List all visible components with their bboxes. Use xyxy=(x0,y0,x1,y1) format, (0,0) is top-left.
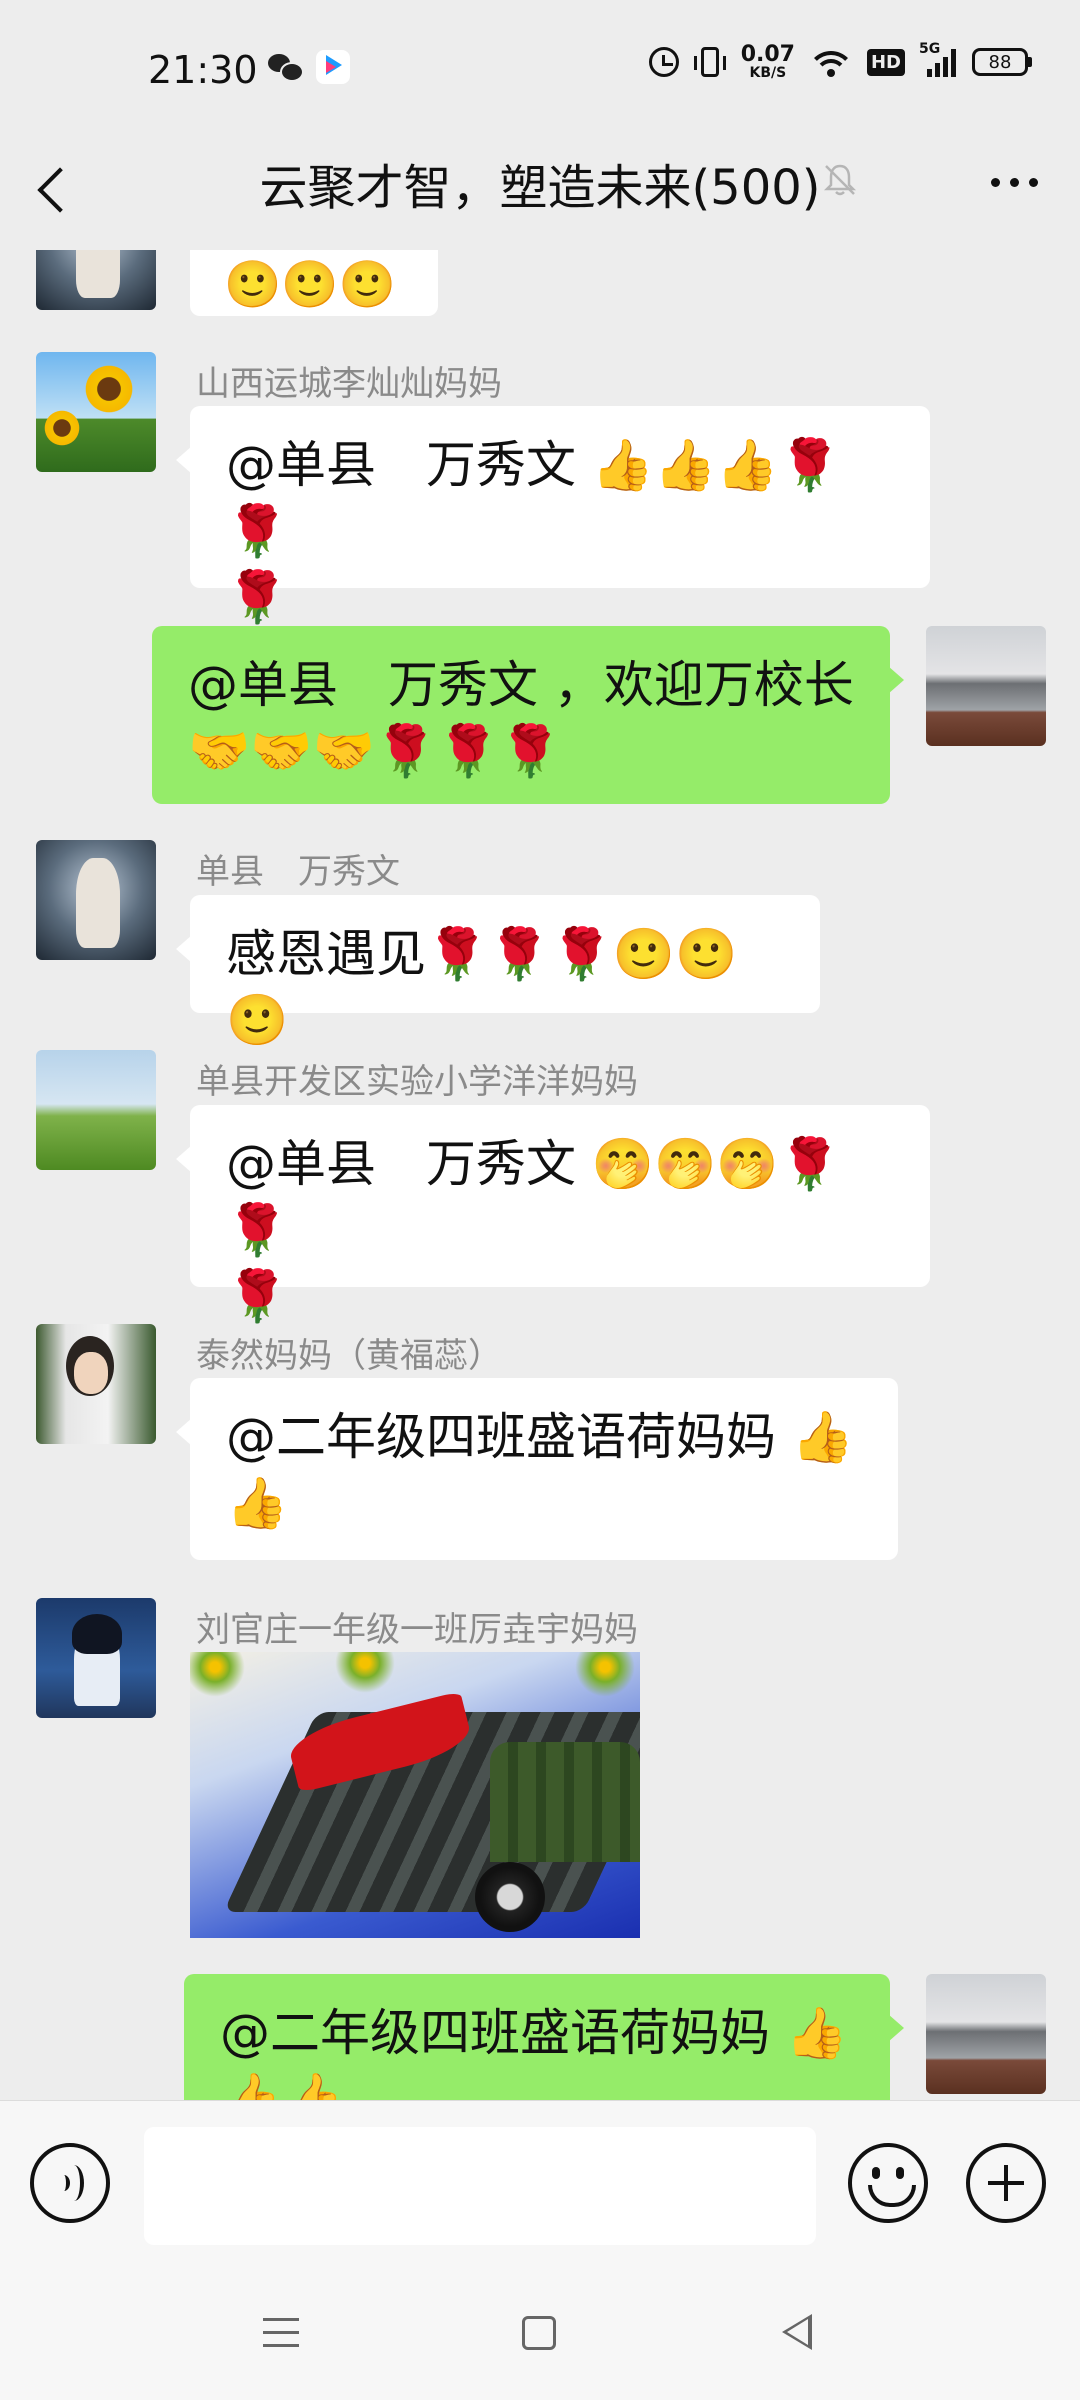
more-icon[interactable] xyxy=(991,178,1038,187)
message-text: @二年级四班盛语荷妈妈 👍 xyxy=(226,1408,855,1466)
avatar[interactable] xyxy=(36,352,156,472)
voice-icon[interactable] xyxy=(30,2143,110,2223)
message-bubble[interactable]: @单县 万秀文 👍👍👍🌹🌹 🌹 xyxy=(176,406,930,626)
sender-name: 泰然妈妈（黄福蕊） xyxy=(196,1336,502,1376)
message-text: 🙂🙂🙂 xyxy=(224,257,396,311)
input-bar xyxy=(0,2100,1080,2271)
menu-icon[interactable] xyxy=(263,2318,299,2348)
chat-title: 云聚才智，塑造未来(500) xyxy=(0,148,1080,218)
message-bubble[interactable]: 🙂🙂🙂 xyxy=(190,250,438,316)
avatar[interactable] xyxy=(926,1974,1046,2094)
battery-icon: 88 xyxy=(972,48,1032,76)
avatar[interactable] xyxy=(36,840,156,960)
network-speed-value: 0.07 xyxy=(740,42,795,67)
message-text: @单县 万秀文 🤭🤭🤭🌹🌹 xyxy=(226,1135,841,1259)
wechat-icon xyxy=(268,52,304,82)
avatar[interactable] xyxy=(926,626,1046,746)
system-nav-bar xyxy=(0,2270,1080,2400)
chat-title-text: 云聚才智，塑造未来(500) xyxy=(259,160,821,216)
message-bubble[interactable]: @单县 万秀文 🤭🤭🤭🌹🌹 🌹 xyxy=(176,1105,930,1325)
status-bar: 21:30 0.07 KB/S HD 5G 88 xyxy=(0,0,1080,140)
youku-icon xyxy=(316,50,350,84)
message-text-line2: 👍 xyxy=(226,1474,289,1532)
message-input[interactable] xyxy=(144,2127,816,2245)
message-bubble[interactable]: 感恩遇见🌹🌹🌹🙂🙂🙂 xyxy=(176,895,820,1049)
message-text-line2: 🤝🤝🤝🌹🌹🌹 xyxy=(188,722,562,780)
message-text-line2: 🌹 xyxy=(226,1267,289,1325)
avatar[interactable] xyxy=(36,1050,156,1170)
message-text-line2: 👍👍 xyxy=(220,2070,345,2100)
avatar[interactable] xyxy=(36,1598,156,1718)
signal-label: 5G xyxy=(919,41,941,57)
message-bubble[interactable]: @单县 万秀文 ，欢迎万校长 🤝🤝🤝🌹🌹🌹 xyxy=(152,626,904,804)
network-speed: 0.07 KB/S xyxy=(740,42,795,81)
signal-icon: 5G xyxy=(919,41,956,77)
message-bubble[interactable]: @二年级四班盛语荷妈妈 👍 👍 xyxy=(176,1378,898,1560)
status-time: 21:30 xyxy=(148,48,258,92)
avatar[interactable] xyxy=(36,1324,156,1444)
message-text-line2: 🌹 xyxy=(226,568,289,626)
message-text: 感恩遇见🌹🌹🌹🙂🙂🙂 xyxy=(226,925,738,1049)
message-bubble[interactable]: @二年级四班盛语荷妈妈 👍 👍👍 xyxy=(184,1974,904,2100)
plus-icon[interactable] xyxy=(966,2143,1046,2223)
sender-name: 单县 万秀文 xyxy=(196,852,400,892)
status-indicators: 0.07 KB/S HD 5G 88 xyxy=(648,41,1032,81)
alarm-icon xyxy=(648,47,679,77)
notification-icons xyxy=(268,50,350,84)
chat-header: 云聚才智，塑造未来(500) xyxy=(0,130,1080,250)
chat-messages[interactable]: 🙂🙂🙂 山西运城李灿灿妈妈 @单县 万秀文 👍👍👍🌹🌹 🌹 @单县 万秀文 ，欢… xyxy=(0,250,1080,2100)
message-text: @单县 万秀文 👍👍👍🌹🌹 xyxy=(226,436,841,560)
network-speed-unit: KB/S xyxy=(749,65,787,81)
sender-name: 刘官庄一年级一班厉垚宇妈妈 xyxy=(196,1610,638,1650)
hd-icon: HD xyxy=(866,48,905,76)
vibrate-icon xyxy=(693,47,726,77)
emoji-icon[interactable] xyxy=(848,2143,928,2223)
wifi-icon xyxy=(810,47,851,77)
message-text: @单县 万秀文 ，欢迎万校长 xyxy=(188,656,854,714)
back-triangle-icon[interactable] xyxy=(782,2314,812,2350)
mute-bell-icon xyxy=(823,164,857,196)
battery-level: 88 xyxy=(972,48,1028,76)
home-icon[interactable] xyxy=(522,2316,556,2350)
sender-name: 单县开发区实验小学洋洋妈妈 xyxy=(196,1062,638,1102)
avatar[interactable] xyxy=(36,250,156,310)
military-parade-image[interactable] xyxy=(190,1652,640,1938)
sender-name: 山西运城李灿灿妈妈 xyxy=(196,364,502,404)
message-text: @二年级四班盛语荷妈妈 👍 xyxy=(220,2004,849,2062)
